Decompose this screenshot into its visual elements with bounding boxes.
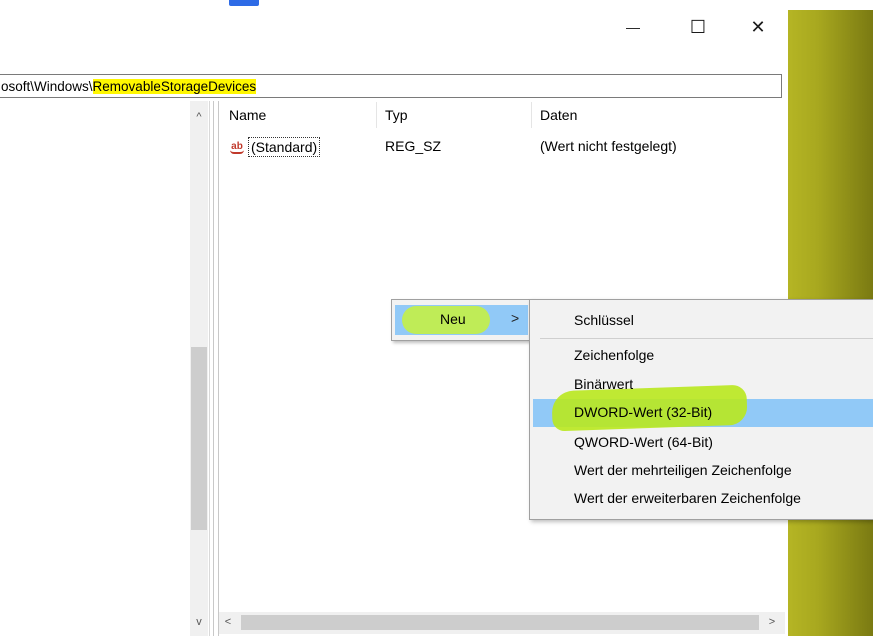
submenu-item-binaerwert[interactable]: Binärwert (574, 376, 633, 392)
column-header-name[interactable]: Name (229, 107, 266, 123)
minimize-icon: — (626, 19, 640, 35)
close-icon: ✕ (750, 16, 766, 37)
submenu-item-qword[interactable]: QWORD-Wert (64-Bit) (574, 434, 713, 450)
address-bar[interactable]: osoft\Windows\ RemovableStorageDevices (0, 74, 782, 98)
minimize-button[interactable]: — (610, 10, 656, 44)
column-header-type[interactable]: Typ (385, 107, 408, 123)
close-button[interactable]: ✕ (738, 10, 778, 44)
column-header-data[interactable]: Daten (540, 107, 577, 123)
value-name-cell[interactable]: (Standard) (248, 137, 321, 157)
maximize-button[interactable]: ☐ (675, 10, 721, 44)
submenu-arrow-icon: > (511, 310, 520, 326)
column-separator[interactable] (376, 102, 377, 128)
background-fragment (229, 0, 259, 6)
value-data-cell[interactable]: (Wert nicht festgelegt) (540, 138, 677, 154)
scroll-up-arrow[interactable]: ^ (190, 108, 208, 126)
key-tree-pane[interactable] (0, 101, 210, 636)
scroll-down-arrow[interactable]: v (190, 613, 208, 631)
scroll-right-arrow[interactable]: > (763, 613, 781, 631)
submenu-item-dword[interactable]: DWORD-Wert (32-Bit) (574, 404, 712, 420)
string-value-icon: ab (228, 138, 246, 154)
menu-item-neu-label: Neu (440, 311, 466, 327)
submenu-item-expandable-string[interactable]: Wert der erweiterbaren Zeichenfolge (574, 490, 801, 506)
address-path-highlighted: RemovableStorageDevices (92, 78, 257, 94)
value-type-cell[interactable]: REG_SZ (385, 138, 441, 154)
submenu-item-multi-string[interactable]: Wert der mehrteiligen Zeichenfolge (574, 462, 792, 478)
tree-scroll-thumb[interactable] (191, 347, 207, 530)
scroll-left-arrow[interactable]: < (219, 613, 237, 631)
submenu-item-zeichenfolge[interactable]: Zeichenfolge (574, 347, 654, 363)
menu-separator (540, 338, 873, 339)
address-path-prefix: osoft\Windows\ (1, 78, 93, 94)
list-scroll-thumb[interactable] (241, 615, 759, 630)
maximize-icon: ☐ (689, 16, 707, 37)
submenu-item-schluessel[interactable]: Schlüssel (574, 312, 634, 328)
column-separator[interactable] (531, 102, 532, 128)
